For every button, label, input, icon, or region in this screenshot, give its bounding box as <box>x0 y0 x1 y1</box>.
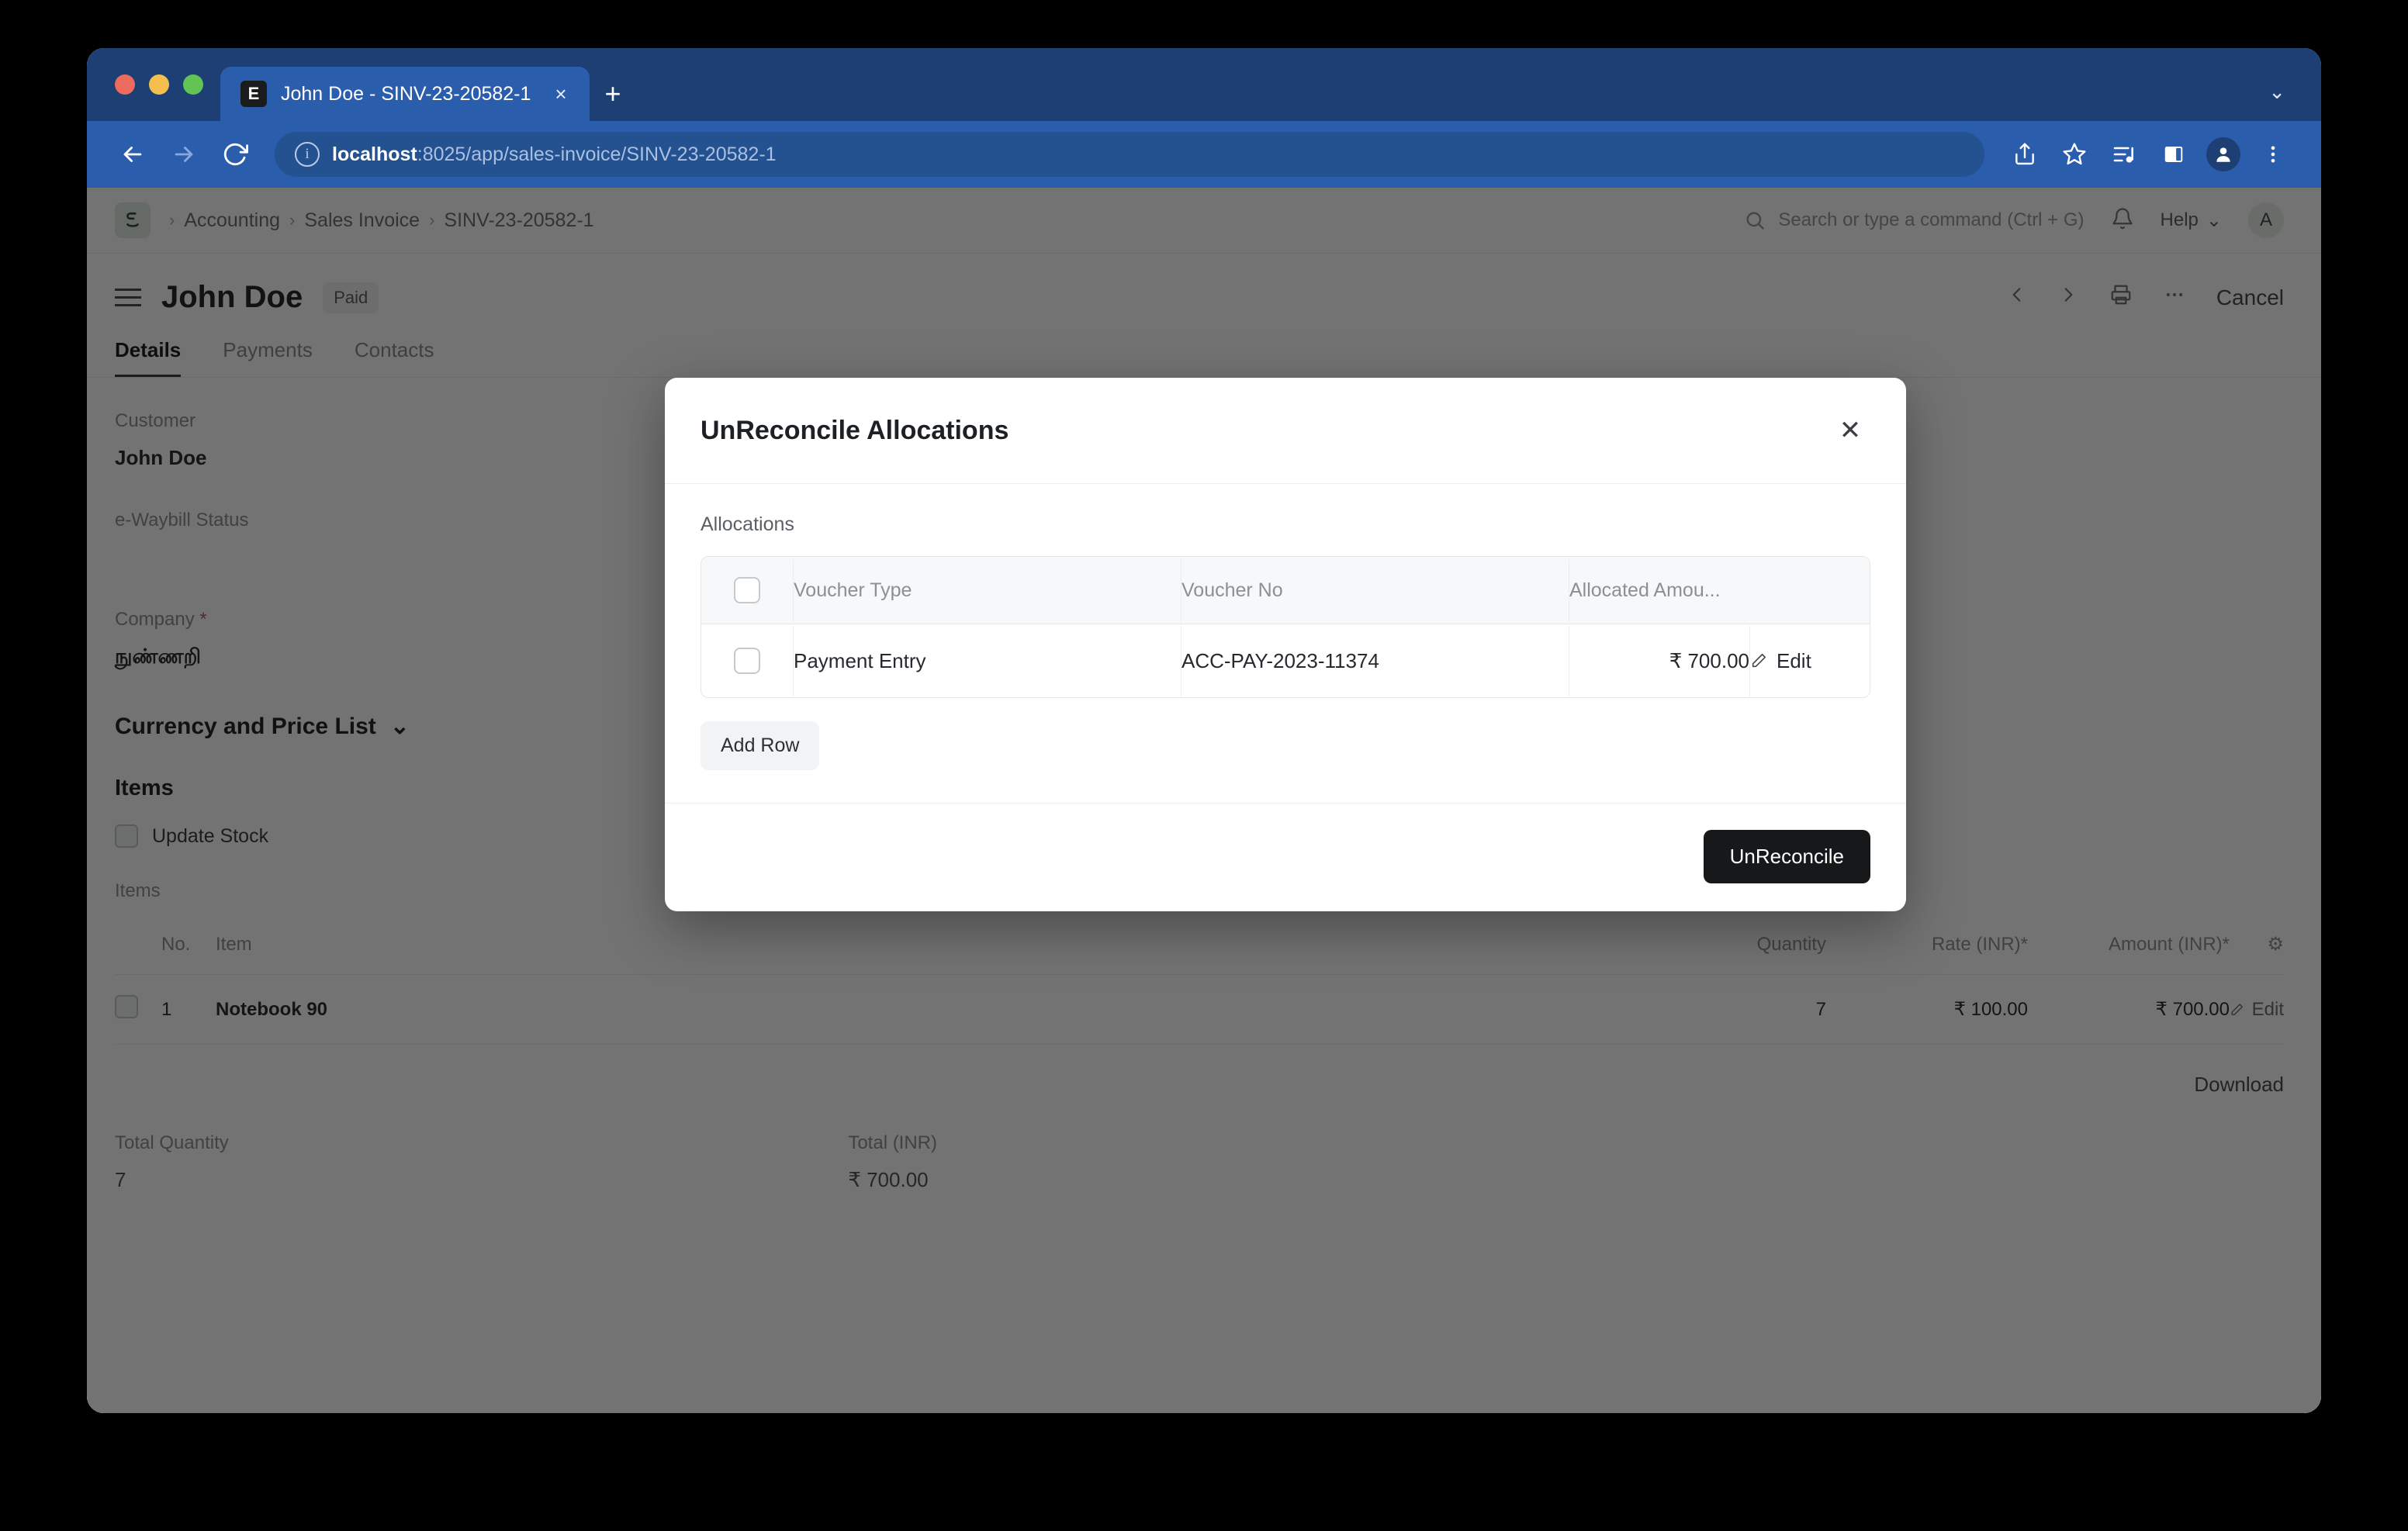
col-allocated-amount: Allocated Amou... <box>1569 559 1749 622</box>
browser-menu-icon[interactable] <box>2251 133 2295 176</box>
minimize-window-button[interactable] <box>149 74 169 95</box>
add-row-button[interactable]: Add Row <box>701 721 819 770</box>
share-icon[interactable] <box>2003 133 2046 176</box>
reload-icon[interactable] <box>213 132 258 177</box>
cell-voucher-type: Payment Entry <box>793 626 1181 696</box>
address-bar[interactable]: i localhost:8025/app/sales-invoice/SINV-… <box>275 132 1984 177</box>
col-voucher-type: Voucher Type <box>793 559 1181 622</box>
site-info-icon[interactable]: i <box>295 142 320 167</box>
address-bar-url: localhost:8025/app/sales-invoice/SINV-23… <box>332 143 777 166</box>
table-row[interactable]: Payment Entry ACC-PAY-2023-11374 ₹ 700.0… <box>701 624 1870 697</box>
new-tab-button[interactable]: + <box>590 67 636 121</box>
url-path: :8025/app/sales-invoice/SINV-23-20582-1 <box>417 143 777 165</box>
row-edit-label: Edit <box>1777 649 1811 673</box>
favicon-icon: E <box>240 81 267 107</box>
unreconcile-allocations-dialog: UnReconcile Allocations ✕ Allocations Vo… <box>665 378 1906 911</box>
bookmark-star-icon[interactable] <box>2053 133 2096 176</box>
browser-tab-title: John Doe - SINV-23-20582-1 <box>281 83 534 105</box>
row-checkbox[interactable] <box>701 624 793 697</box>
allocations-table: Voucher Type Voucher No Allocated Amou..… <box>701 556 1870 698</box>
profile-avatar-icon[interactable] <box>2202 133 2245 176</box>
back-icon[interactable] <box>110 132 155 177</box>
browser-tabstrip: E John Doe - SINV-23-20582-1 × + ⌄ <box>87 48 2321 121</box>
window-traffic-lights <box>87 48 220 121</box>
side-panel-icon[interactable] <box>2152 133 2195 176</box>
maximize-window-button[interactable] <box>183 74 203 95</box>
close-icon[interactable]: ✕ <box>1830 410 1870 451</box>
dialog-header: UnReconcile Allocations ✕ <box>665 378 1906 484</box>
close-tab-icon[interactable]: × <box>548 81 574 107</box>
col-actions <box>1749 570 1870 610</box>
allocations-label: Allocations <box>701 513 1870 536</box>
browser-window: E John Doe - SINV-23-20582-1 × + ⌄ i loc… <box>87 48 2321 1413</box>
url-host: localhost <box>332 143 417 165</box>
dialog-title: UnReconcile Allocations <box>701 416 1009 446</box>
browser-toolbar: i localhost:8025/app/sales-invoice/SINV-… <box>87 121 2321 188</box>
dialog-body: Allocations Voucher Type Voucher No Allo… <box>665 484 1906 803</box>
close-window-button[interactable] <box>115 74 135 95</box>
cell-voucher-no: ACC-PAY-2023-11374 <box>1181 626 1569 696</box>
cell-allocated-amount: ₹ 700.00 <box>1569 626 1749 696</box>
page-viewport: › Accounting › Sales Invoice › SINV-23-2… <box>87 188 2321 1413</box>
allocations-table-header: Voucher Type Voucher No Allocated Amou..… <box>701 557 1870 624</box>
row-edit-button[interactable]: Edit <box>1749 626 1870 696</box>
select-all-checkbox[interactable] <box>701 557 793 624</box>
chevron-down-icon[interactable]: ⌄ <box>2268 80 2321 121</box>
unreconcile-button[interactable]: UnReconcile <box>1704 830 1870 883</box>
dialog-footer: UnReconcile <box>665 803 1906 911</box>
browser-tab[interactable]: E John Doe - SINV-23-20582-1 × <box>220 67 590 121</box>
reading-list-icon[interactable] <box>2102 133 2146 176</box>
col-voucher-no: Voucher No <box>1181 559 1569 622</box>
forward-icon[interactable] <box>161 132 206 177</box>
